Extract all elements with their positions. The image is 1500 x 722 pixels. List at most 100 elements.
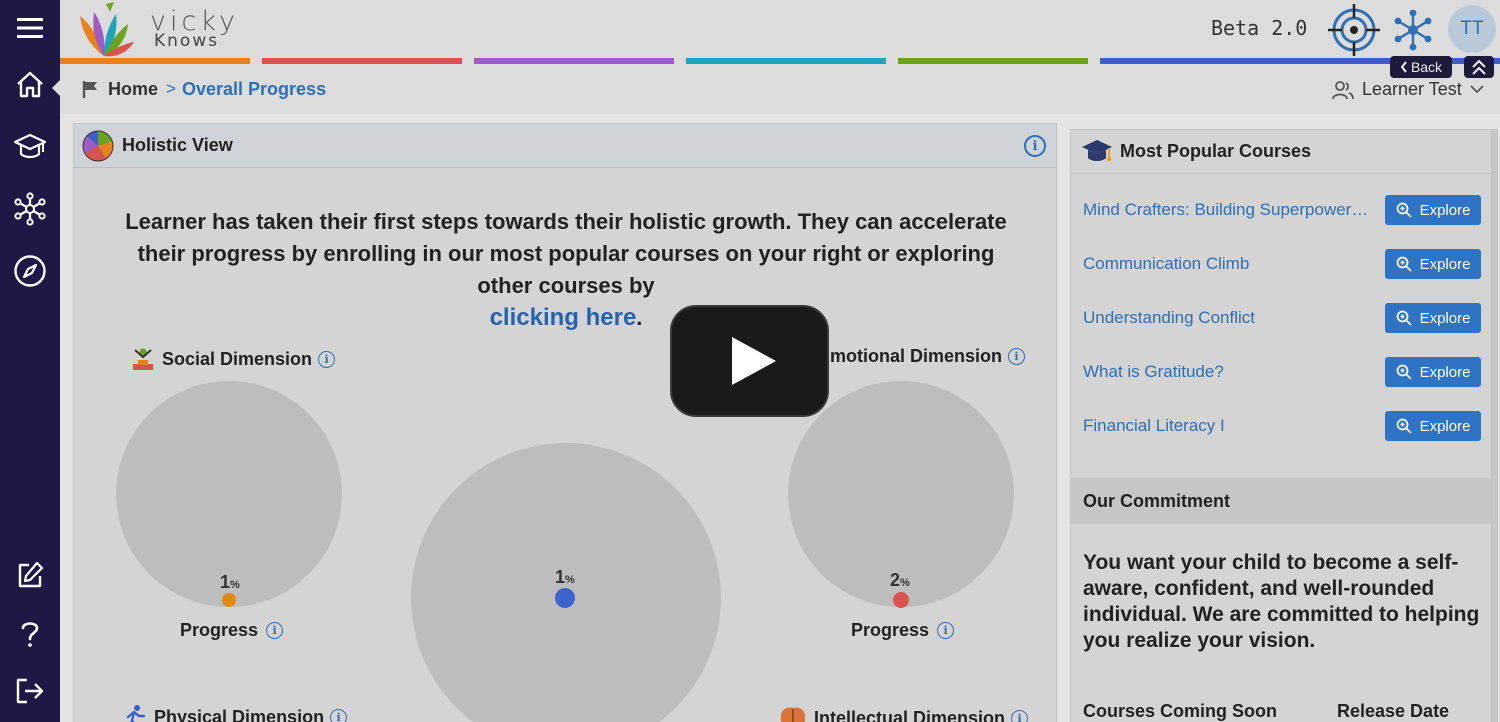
social-dimension-heading: Social Dimension i [130,346,336,372]
info-icon[interactable]: i [1024,135,1046,157]
brain-icon [780,707,806,722]
user-selector[interactable]: Learner Test [1362,79,1462,100]
commitment-text: You want your child to become a self-awa… [1083,551,1480,652]
version-label: Beta 2.0 [1211,16,1308,40]
zoom-in-icon [1396,202,1412,218]
home-icon [17,71,43,98]
pie-chart-icon [82,130,114,162]
physical-dimension-heading: Physical Dimension i [122,704,348,722]
menu-icon [17,18,43,38]
sidebar-active-indicator [52,80,60,96]
emotional-progress-label: Progress i [851,620,955,641]
intellectual-dimension-heading: Intellectual Dimension i [778,704,1029,722]
explore-button-label: Explore [1419,309,1471,327]
explore-button-label: Explore [1419,417,1471,435]
info-icon[interactable]: i [318,350,336,368]
intro-message: Learner has taken their first steps towa… [114,206,1018,334]
explore-button[interactable]: Explore [1385,411,1481,441]
social-progress-dot [222,593,236,607]
help-icon [21,622,39,647]
commitment-title: Our Commitment [1083,491,1231,511]
explore-button-label: Explore [1419,255,1471,273]
right-panel-scrollbar[interactable] [1492,129,1498,722]
double-chevron-up-icon [1472,59,1486,75]
sidebar-item-explore[interactable] [0,249,60,293]
zoom-in-icon [1396,364,1412,380]
course-link[interactable]: Communication Climb [1083,254,1373,274]
top-bar: vicky Knows Beta 2.0 TT [60,0,1500,58]
course-link[interactable]: What is Gratitude? [1083,362,1373,382]
panel-header: Holistic View i [74,124,1056,168]
breadcrumb-bar: Home > Overall Progress Back Learner Tes… [60,56,1500,114]
target-icon[interactable] [1328,4,1380,56]
popular-courses-panel: Most Popular Courses Mind Crafters: Buil… [1070,129,1492,722]
network-icon[interactable] [1390,8,1436,52]
overall-progress-dot [555,588,575,608]
info-icon[interactable]: i [1011,709,1029,722]
release-date-header: Release Date [1337,701,1450,721]
info-icon[interactable]: i [937,622,955,639]
panel-title: Holistic View [122,135,233,155]
course-link[interactable]: Mind Crafters: Building Superpowere... [1083,200,1373,220]
explore-button[interactable]: Explore [1385,303,1481,333]
zoom-in-icon [1396,256,1412,272]
play-icon [732,337,776,385]
info-icon[interactable]: i [266,622,284,639]
info-icon[interactable]: i [1008,348,1026,365]
popular-courses-header: Most Popular Courses [1071,130,1491,174]
users-icon [1332,81,1354,100]
sidebar-item-courses[interactable] [0,125,60,169]
holistic-view-panel: Holistic View i Learner has taken their … [73,123,1057,722]
social-dimension-label: Social Dimension [162,348,313,369]
emotional-dimension-label: motional Dimension [830,346,1003,366]
chevron-down-icon[interactable] [1470,84,1484,94]
explore-button[interactable]: Explore [1385,357,1481,387]
collapse-header-button[interactable] [1464,56,1494,78]
physical-dimension-label: Physical Dimension [154,706,325,722]
sidebar-item-home[interactable] [0,62,60,106]
graduation-cap-icon [1082,140,1112,162]
emotional-dimension-heading: motional Dimension i [830,346,1026,367]
compass-icon [14,255,46,287]
network-icon [14,192,46,226]
sidebar [0,0,60,722]
popular-courses-title: Most Popular Courses [1120,141,1312,161]
breadcrumb-separator: > [166,79,176,98]
chevron-left-icon [1400,61,1407,73]
video-play-button[interactable] [670,305,829,417]
overall-progress-value: 1% [555,567,575,587]
edit-icon [18,561,44,588]
explore-button-label: Explore [1419,201,1471,219]
course-link[interactable]: Understanding Conflict [1083,308,1373,328]
emotional-progress-dot [893,592,909,608]
avatar[interactable]: TT [1448,5,1496,53]
sidebar-item-network[interactable] [0,187,60,231]
social-progress-value: 1% [220,572,240,592]
back-button-label: Back [1410,59,1443,75]
intro-end: . [636,305,643,330]
logo-subtext: Knows [154,31,220,51]
info-icon[interactable]: i [330,708,348,722]
breadcrumb-home[interactable]: Home [108,79,158,100]
sidebar-item-edit[interactable] [0,553,60,597]
courses-coming-soon-header: Courses Coming Soon [1083,701,1278,721]
graduation-cap-icon [13,133,47,159]
zoom-in-icon [1396,418,1412,434]
course-link[interactable]: Financial Literacy I [1083,416,1373,436]
commitment-header: Our Commitment [1071,478,1491,524]
breadcrumb-current: Overall Progress [182,79,327,99]
back-button[interactable]: Back [1390,56,1452,78]
sidebar-item-logout[interactable] [0,669,60,713]
sidebar-item-help[interactable] [0,612,60,656]
explore-button[interactable]: Explore [1385,249,1481,279]
emotional-progress-value: 2% [890,570,910,590]
intro-text: Learner has taken their first steps towa… [125,209,1007,298]
menu-button[interactable] [0,6,60,50]
intellectual-dimension-label: Intellectual Dimension [814,707,1006,722]
physical-dimension-icon [126,705,146,722]
explore-courses-link[interactable]: clicking here [490,304,637,331]
logout-icon [16,678,44,704]
explore-button[interactable]: Explore [1385,195,1481,225]
app-logo[interactable]: vicky Knows [76,2,236,58]
flag-icon [82,81,97,98]
